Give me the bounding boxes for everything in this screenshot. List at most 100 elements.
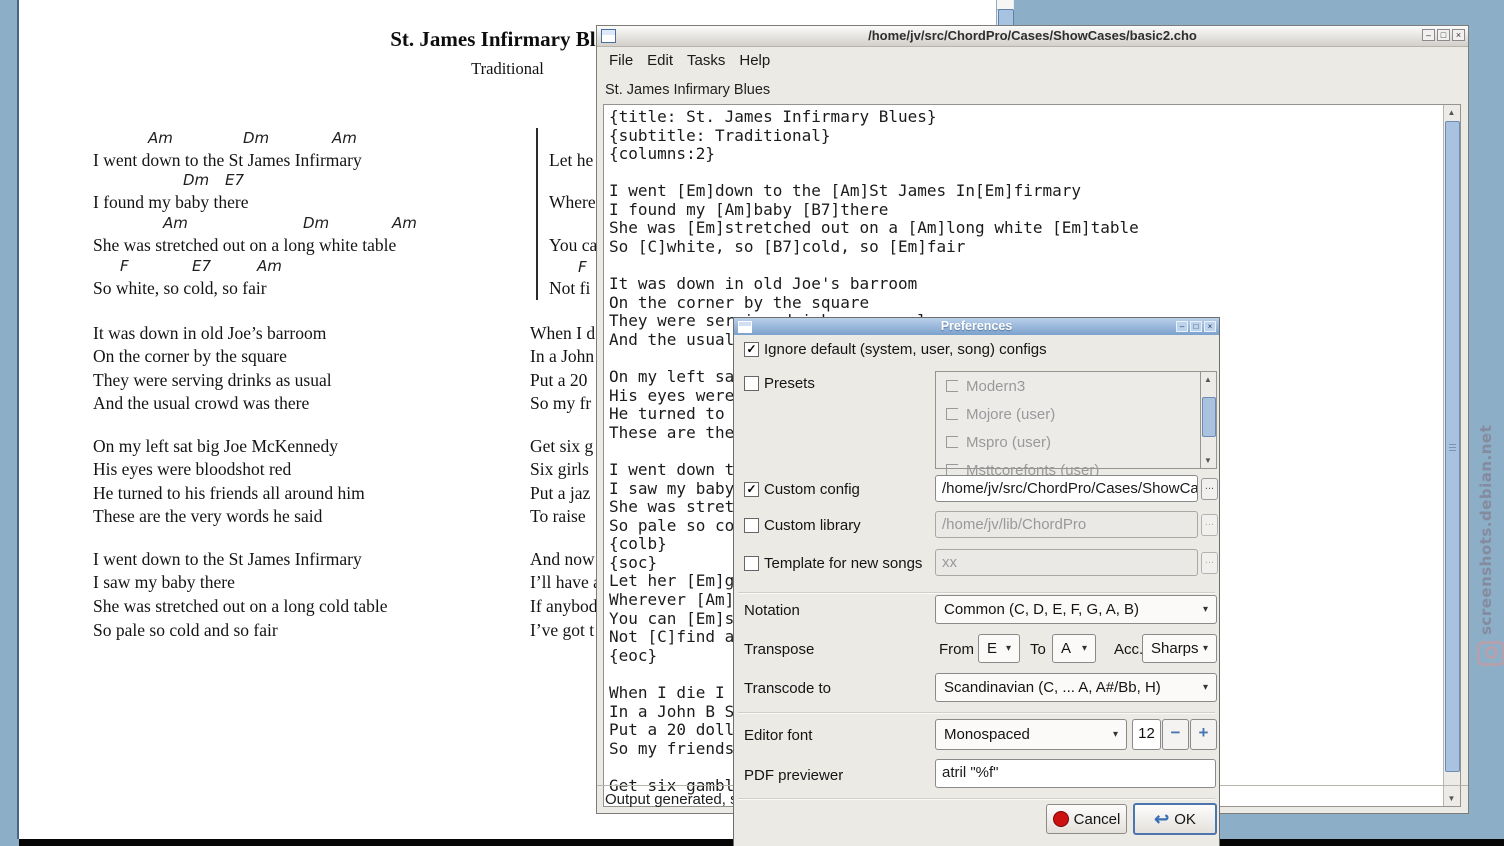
- preset-option[interactable]: Mspro (user): [936, 428, 1216, 456]
- preset-checkbox[interactable]: [946, 380, 958, 392]
- close-button[interactable]: ×: [1452, 29, 1465, 41]
- pdf-lyric-line: Put a jaz: [530, 483, 590, 504]
- close-button[interactable]: ×: [1204, 321, 1216, 332]
- ignore-default-label: Ignore default (system, user, song) conf…: [764, 341, 1047, 358]
- pdf-lyric-line: Put a 20: [530, 370, 587, 391]
- notation-label: Notation: [744, 602, 800, 619]
- desktop: St. James Infirmary Blues Traditional I …: [0, 0, 1504, 846]
- pdf-lyric-line: He turned to his friends all around him: [93, 483, 365, 504]
- chordpro-titlebar[interactable]: /home/jv/src/ChordPro/Cases/ShowCases/ba…: [597, 26, 1468, 47]
- editor-font-select[interactable]: Monospaced ▾: [935, 719, 1127, 750]
- scroll-up-icon[interactable]: ▲: [1201, 372, 1215, 387]
- pdf-lyric-line: I found my baby there: [93, 192, 249, 213]
- pdf-lyric-line: She was stretched out on a long cold tab…: [93, 596, 388, 617]
- editor-line: [609, 256, 1442, 275]
- pdf-chord: Dm: [243, 129, 269, 147]
- pdf-lyric-line: I went down to the St James Infirmary: [93, 150, 362, 171]
- presets-scrollbar[interactable]: ▲ ▼: [1200, 372, 1216, 468]
- chevron-down-icon: ▾: [1006, 643, 1011, 654]
- pdf-lyric-line: So my fr: [530, 393, 591, 414]
- transcode-select[interactable]: Scandinavian (C, ... A, A#/Bb, H) ▾: [935, 673, 1217, 702]
- pdf-chord: Dm: [303, 214, 329, 232]
- pdf-lyric-line: If anybod: [530, 596, 598, 617]
- pdf-previewer-input[interactable]: atril "%f": [935, 759, 1216, 788]
- custom-library-input[interactable]: /home/jv/lib/ChordPro: [935, 511, 1198, 538]
- custom-config-checkbox[interactable]: ✓: [744, 482, 759, 497]
- notation-value: Common (C, D, E, F, G, A, B): [944, 601, 1139, 618]
- template-checkbox[interactable]: [744, 556, 759, 571]
- cancel-button[interactable]: Cancel: [1046, 804, 1127, 834]
- tab-song-title[interactable]: St. James Infirmary Blues: [605, 82, 770, 98]
- pdf-previewer-label: PDF previewer: [744, 767, 843, 784]
- preset-checkbox[interactable]: [946, 408, 958, 420]
- transpose-to-select[interactable]: A ▾: [1052, 634, 1096, 663]
- chevron-down-icon: ▾: [1203, 682, 1208, 693]
- pdf-lyric-line: They were serving drinks as usual: [93, 370, 332, 391]
- camera-icon: [1477, 641, 1504, 666]
- pdf-chord: F: [578, 258, 587, 276]
- font-size-decrease-button[interactable]: −: [1162, 719, 1189, 750]
- editor-line: On the corner by the square: [609, 293, 1442, 312]
- editor-scrollbar[interactable]: ▲ ▼: [1443, 105, 1460, 806]
- ignore-default-checkbox[interactable]: ✓: [744, 342, 759, 357]
- preset-option-label: Mojore (user): [966, 406, 1055, 423]
- scroll-up-icon[interactable]: ▲: [1444, 105, 1459, 120]
- ok-button[interactable]: ↩ OK: [1133, 803, 1217, 835]
- pdf-chord: Dm: [183, 171, 209, 189]
- pdf-lyric-line: In a John: [530, 346, 594, 367]
- pdf-lyric-line: On my left sat big Joe McKennedy: [93, 436, 338, 457]
- pdf-lyric-line: She was stretched out on a long white ta…: [93, 235, 396, 256]
- maximize-button[interactable]: □: [1190, 321, 1202, 332]
- pdf-chord: Am: [257, 257, 282, 275]
- preset-option[interactable]: Modern3: [936, 372, 1216, 400]
- pdf-lyric-line: His eyes were bloodshot red: [93, 459, 291, 480]
- pdf-chord: E7: [225, 171, 244, 189]
- transpose-from-select[interactable]: E ▾: [978, 634, 1020, 663]
- pdf-lyric-line: Let he: [549, 150, 593, 171]
- menu-tasks[interactable]: Tasks: [680, 50, 732, 71]
- pdf-lyric-line: I saw my baby there: [93, 572, 235, 593]
- minimize-button[interactable]: –: [1176, 321, 1188, 332]
- font-size-increase-button[interactable]: +: [1190, 719, 1217, 750]
- pdf-lyric-line: You ca: [549, 235, 597, 256]
- pdf-chord: Am: [163, 214, 188, 232]
- scroll-down-icon[interactable]: ▼: [1201, 453, 1215, 468]
- menu-help[interactable]: Help: [732, 50, 777, 71]
- template-browse-button[interactable]: ...: [1201, 552, 1218, 574]
- transcode-value: Scandinavian (C, ... A, A#/Bb, H): [944, 679, 1161, 696]
- notation-select[interactable]: Common (C, D, E, F, G, A, B) ▾: [935, 595, 1217, 624]
- pdf-lyric-line: So white, so cold, so fair: [93, 278, 267, 299]
- custom-library-label: Custom library: [764, 517, 861, 534]
- status-text: Output generated, s: [605, 791, 738, 808]
- minimize-button[interactable]: –: [1422, 29, 1435, 41]
- pdf-lyric-line: I’ll have a: [530, 572, 601, 593]
- presets-listbox[interactable]: Modern3Mojore (user)Mspro (user)Msttcore…: [935, 371, 1217, 469]
- presets-list: Modern3Mojore (user)Mspro (user)Msttcore…: [936, 372, 1216, 484]
- pdf-lyric-line: And the usual crowd was there: [93, 393, 309, 414]
- cancel-icon: [1053, 811, 1069, 827]
- presets-scrollbar-thumb[interactable]: [1202, 397, 1216, 437]
- pdf-lyric-line: Not fi: [549, 278, 590, 299]
- preset-checkbox[interactable]: [946, 436, 958, 448]
- maximize-button[interactable]: □: [1437, 29, 1450, 41]
- editor-line: So [C]white, so [B7]cold, so [Em]fair: [609, 237, 1442, 256]
- transpose-acc-select[interactable]: Sharps ▾: [1142, 634, 1217, 663]
- separator: [738, 592, 1215, 594]
- pdf-chord: F: [120, 257, 129, 275]
- editor-scrollbar-thumb[interactable]: [1445, 121, 1460, 772]
- preset-option[interactable]: Mojore (user): [936, 400, 1216, 428]
- font-size-input[interactable]: 12: [1132, 719, 1161, 750]
- template-input[interactable]: xx: [935, 549, 1198, 576]
- transpose-to-label: To: [1030, 641, 1046, 658]
- menu-file[interactable]: File: [602, 50, 640, 71]
- preferences-titlebar[interactable]: Preferences – □ ×: [734, 318, 1219, 335]
- pdf-lyric-line: I’ve got t: [530, 620, 594, 641]
- editor-line: [609, 163, 1442, 182]
- custom-config-input[interactable]: /home/jv/src/ChordPro/Cases/ShowCas: [935, 475, 1198, 502]
- presets-checkbox[interactable]: [744, 376, 759, 391]
- menu-edit[interactable]: Edit: [640, 50, 680, 71]
- transcode-label: Transcode to: [744, 680, 831, 697]
- custom-config-browse-button[interactable]: ...: [1201, 478, 1218, 500]
- custom-library-browse-button[interactable]: ...: [1201, 514, 1218, 536]
- custom-library-checkbox[interactable]: [744, 518, 759, 533]
